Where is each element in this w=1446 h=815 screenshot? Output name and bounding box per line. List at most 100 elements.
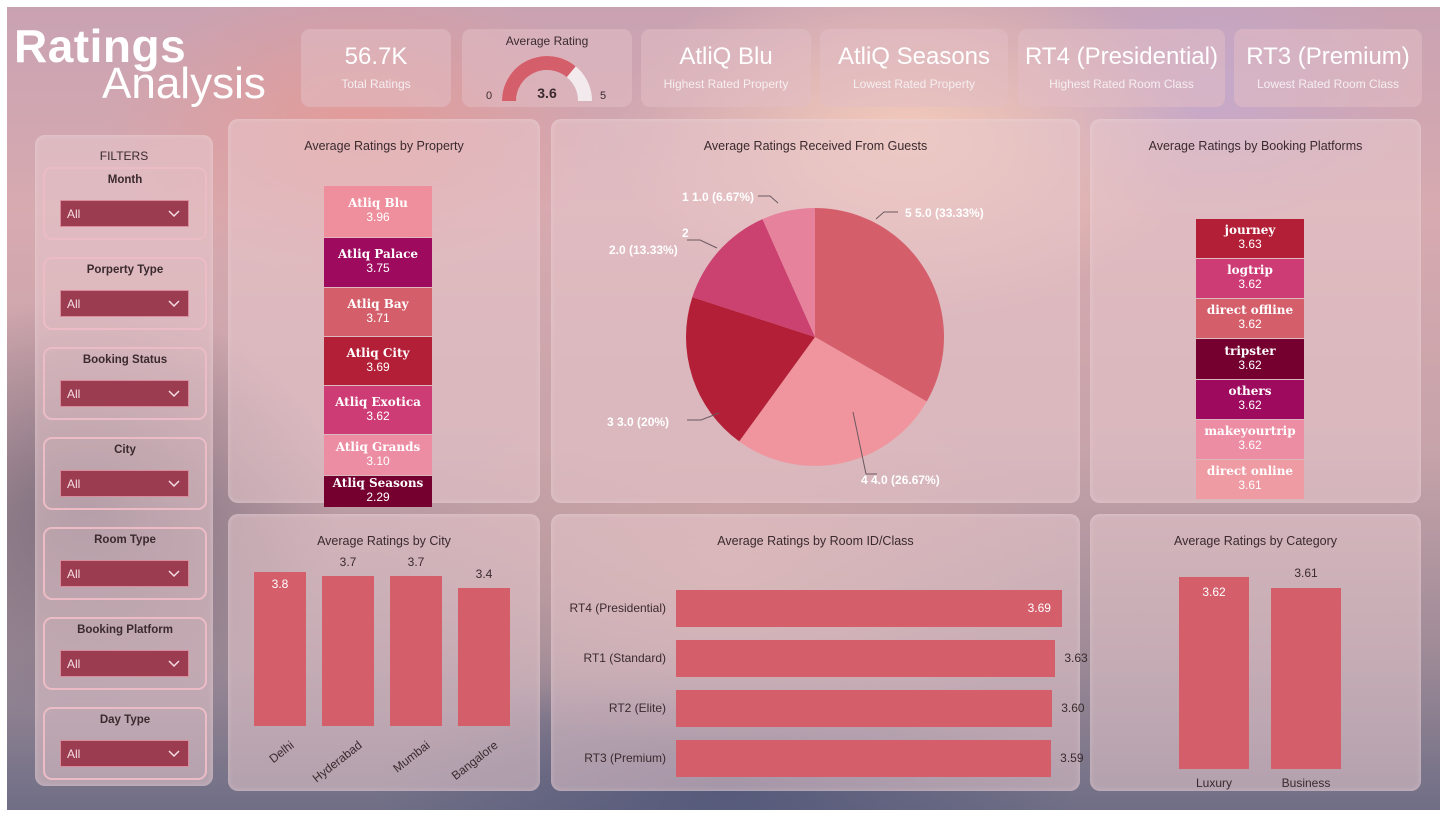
kpi-lowest-room[interactable]: RT3 (Premium) Lowest Rated Room Class	[1234, 29, 1422, 107]
city-bar-mumbai[interactable]	[390, 576, 442, 726]
room-axis-label: RT3 (Premium)	[584, 751, 666, 765]
room-bar-rt2-elite[interactable]	[676, 690, 1053, 727]
category-bar-business[interactable]	[1271, 588, 1341, 769]
kpi-lowest-room-value: RT3 (Premium)	[1246, 43, 1410, 70]
room-type-dropdown[interactable]: All	[60, 560, 189, 587]
gauge-max: 5	[600, 90, 607, 102]
day-type-dropdown[interactable]: All	[60, 740, 189, 767]
category-value-label: 3.62	[1202, 585, 1226, 599]
property-segment-atliq-grands[interactable]: Atliq Grands 3.10	[324, 435, 432, 475]
slicer-label: Room Type	[94, 534, 156, 546]
kpi-lowest-property[interactable]: AtliQ Seasons Lowest Rated Property	[820, 29, 1008, 107]
chart-title: Average Ratings by Room ID/Class	[717, 534, 914, 548]
city-bar-bangalore[interactable]	[458, 588, 510, 726]
property-segment-atliq-exotica[interactable]: Atliq Exotica 3.62	[324, 386, 432, 434]
dropdown-value: All	[67, 657, 81, 671]
platform-segment-others[interactable]: others 3.62	[1196, 380, 1304, 419]
city-dropdown[interactable]: All	[60, 470, 189, 497]
platform-segment-makeyourtrip[interactable]: makeyourtrip 3.62	[1196, 420, 1304, 459]
pie-label-1: 1 1.0 (6.67%)	[682, 190, 754, 204]
kpi-lowest-property-label: Lowest Rated Property	[852, 77, 976, 91]
platform-name: others	[1228, 384, 1272, 398]
chevron-down-icon	[168, 660, 180, 668]
month-dropdown[interactable]: All	[60, 200, 189, 227]
chart-title: Average Ratings by City	[317, 534, 451, 548]
dropdown-value: All	[67, 387, 81, 401]
dropdown-value: All	[67, 567, 81, 581]
room-bar-rt1-standard[interactable]	[676, 640, 1056, 677]
platform-value: 3.62	[1238, 398, 1262, 412]
property-segment-atliq-blu[interactable]: Atliq Blu 3.96	[324, 186, 432, 237]
city-axis-label: Hyderabad	[309, 738, 365, 786]
platform-name: direct offline	[1206, 303, 1294, 317]
property-segment-atliq-seasons[interactable]: Atliq Seasons 2.29	[324, 476, 432, 507]
chevron-down-icon	[168, 300, 180, 308]
slicer-booking-platform: Booking Platform All	[43, 617, 207, 690]
city-value-label: 3.7	[339, 555, 357, 570]
platform-name: direct online	[1206, 464, 1294, 478]
dropdown-value: All	[67, 297, 81, 311]
room-bar-rt3-premium[interactable]	[676, 740, 1052, 777]
slicer-label: City	[114, 444, 136, 456]
booking-platform-dropdown[interactable]: All	[60, 650, 189, 677]
property-name: Atliq Grands	[335, 439, 421, 454]
kpi-highest-room[interactable]: RT4 (Presidential) Highest Rated Room Cl…	[1018, 29, 1225, 107]
room-value-label: 3.63	[1064, 651, 1088, 665]
room-value-label: 3.69	[1027, 601, 1051, 615]
property-value: 2.29	[366, 490, 390, 504]
city-value-label: 3.7	[407, 555, 425, 570]
room-bar-rt4-presidential[interactable]	[676, 590, 1062, 627]
city-bar-hyderabad[interactable]	[322, 576, 374, 726]
kpi-lowest-property-value: AtliQ Seasons	[837, 43, 991, 70]
kpi-highest-room-value: RT4 (Presidential)	[1025, 43, 1218, 70]
city-axis-label: Mumbai	[390, 738, 433, 776]
kpi-highest-property-value: AtliQ Blu	[679, 43, 773, 70]
platform-segment-direct-offline[interactable]: direct offline 3.62	[1196, 299, 1304, 338]
platform-segment-logtrip[interactable]: logtrip 3.62	[1196, 259, 1304, 298]
property-segment-atliq-palace[interactable]: Atliq Palace 3.75	[324, 238, 432, 287]
property-value: 3.71	[366, 310, 390, 325]
property-name: Atliq Bay	[347, 296, 409, 311]
platform-name: logtrip	[1227, 263, 1273, 277]
platform-name: journey	[1224, 223, 1276, 237]
kpi-highest-property[interactable]: AtliQ Blu Highest Rated Property	[641, 29, 811, 107]
platform-segment-journey[interactable]: journey 3.63	[1196, 219, 1304, 258]
kpi-total-ratings-value: 56.7K	[344, 43, 408, 70]
category-axis-label: Luxury	[1195, 776, 1233, 790]
room-axis-label: RT2 (Elite)	[608, 701, 666, 715]
city-axis-label: Delhi	[266, 738, 297, 766]
city-bar-delhi[interactable]	[254, 572, 306, 726]
room-ratings-panel: Average Ratings by Room ID/Class RT4 (Pr…	[551, 514, 1088, 791]
kpi-average-rating-gauge[interactable]: Average Rating 0 3.6 5	[462, 29, 632, 107]
slicer-booking-status: Booking Status All	[43, 347, 207, 420]
platform-name: tripster	[1224, 343, 1276, 358]
slicer-label: Booking Platform	[77, 624, 173, 636]
platform-value: 3.62	[1238, 438, 1262, 452]
booking-status-dropdown[interactable]: All	[60, 380, 189, 407]
category-ratings-panel: Average Ratings by Category 3.62 Luxury 3.…	[1090, 514, 1421, 791]
pie-label-2-value: 2.0 (13.33%)	[609, 243, 678, 257]
property-segment-atliq-city[interactable]: Atliq City 3.69	[324, 337, 432, 385]
category-bar-luxury[interactable]	[1179, 577, 1249, 769]
dropdown-value: All	[67, 207, 81, 221]
property-segment-atliq-bay[interactable]: Atliq Bay 3.71	[324, 288, 432, 336]
property-name: Atliq Palace	[337, 247, 419, 261]
property-type-dropdown[interactable]: All	[60, 290, 189, 317]
room-value-label: 3.60	[1061, 701, 1085, 715]
slicer-room-type: Room Type All	[43, 527, 207, 600]
platform-value: 3.61	[1238, 478, 1262, 492]
platform-segment-direct-online[interactable]: direct online 3.61	[1196, 460, 1304, 499]
city-axis-label: Bangalore	[448, 738, 501, 783]
property-value: 3.96	[366, 210, 390, 224]
dropdown-value: All	[67, 747, 81, 761]
room-axis-label: RT1 (Standard)	[583, 651, 666, 665]
platform-value: 3.63	[1238, 237, 1262, 251]
property-value: 3.69	[366, 359, 390, 374]
property-name: Atliq Seasons	[332, 476, 424, 490]
slicer-label: Day Type	[99, 714, 151, 726]
kpi-lowest-room-label: Lowest Rated Room Class	[1256, 77, 1400, 91]
platform-segment-tripster[interactable]: tripster 3.62	[1196, 339, 1304, 379]
kpi-total-ratings[interactable]: 56.7K Total Ratings	[301, 29, 451, 107]
filters-heading: FILTERS	[99, 149, 149, 163]
category-axis-label: Business	[1281, 776, 1331, 790]
